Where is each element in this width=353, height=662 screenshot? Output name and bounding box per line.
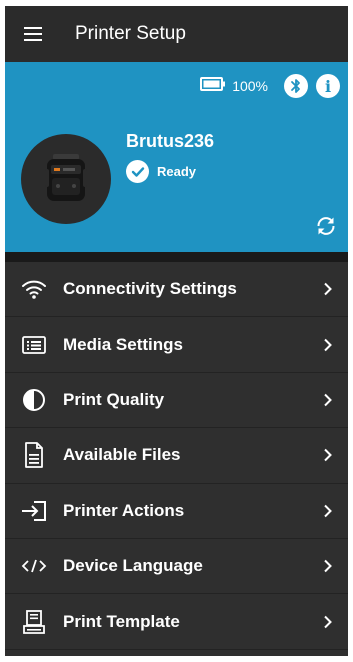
menu-item-connectivity-settings[interactable]: Connectivity Settings <box>5 262 348 318</box>
printer-card: 100% i Brutus236 Ready <box>5 62 348 252</box>
section-divider <box>5 252 348 262</box>
menu-item-label: Device Language <box>63 556 203 576</box>
document-icon <box>5 428 63 482</box>
wifi-icon <box>5 262 63 316</box>
menu-item-media-settings[interactable]: Media Settings <box>5 317 348 373</box>
chevron-right-icon <box>308 615 348 629</box>
menu-item-printer-actions[interactable]: Printer Actions <box>5 484 348 539</box>
menu-item-print-quality[interactable]: Print Quality <box>5 373 348 429</box>
menu-item-label: Connectivity Settings <box>63 279 237 299</box>
contrast-icon <box>5 373 63 427</box>
battery-icon <box>200 76 226 97</box>
printer-template-icon <box>5 594 63 648</box>
menu-item-label: Available Files <box>63 445 181 465</box>
menu-item-print-template[interactable]: Print Template <box>5 594 348 650</box>
bluetooth-icon[interactable] <box>284 74 308 98</box>
menu-item-label: Media Settings <box>63 334 183 354</box>
printer-name: Brutus236 <box>126 131 215 151</box>
menu-item-label: Print Quality <box>63 389 165 409</box>
code-icon <box>5 539 63 593</box>
chevron-right-icon <box>308 448 348 462</box>
settings-menu: Connectivity Settings Media Settings Pri… <box>5 262 348 650</box>
printer-avatar <box>21 134 111 224</box>
menu-item-label: Print Template <box>63 611 180 631</box>
app-window: Printer Setup 100% i Brutus236 Ready Con… <box>5 6 348 656</box>
status-row: 100% i <box>200 74 340 98</box>
check-circle-icon <box>126 160 149 183</box>
chevron-right-icon <box>308 338 348 352</box>
enter-arrow-icon <box>5 484 63 538</box>
mobile-printer-image <box>45 154 87 201</box>
status-text: Ready <box>157 164 197 179</box>
chevron-right-icon <box>308 393 348 407</box>
app-bar: Printer Setup <box>5 6 348 62</box>
chevron-right-icon <box>308 504 348 518</box>
info-icon[interactable]: i <box>316 74 340 98</box>
menu-item-label: Printer Actions <box>63 500 185 520</box>
battery-percentage: 100% <box>232 78 268 94</box>
chevron-right-icon <box>308 559 348 573</box>
chevron-right-icon <box>308 282 348 296</box>
menu-item-available-files[interactable]: Available Files <box>5 428 348 484</box>
printer-status: Ready <box>126 160 196 183</box>
media-list-icon <box>5 317 63 371</box>
menu-item-device-language[interactable]: Device Language <box>5 539 348 595</box>
hamburger-menu-icon[interactable] <box>5 6 61 62</box>
refresh-icon[interactable] <box>314 214 338 238</box>
page-title: Printer Setup <box>75 23 186 44</box>
